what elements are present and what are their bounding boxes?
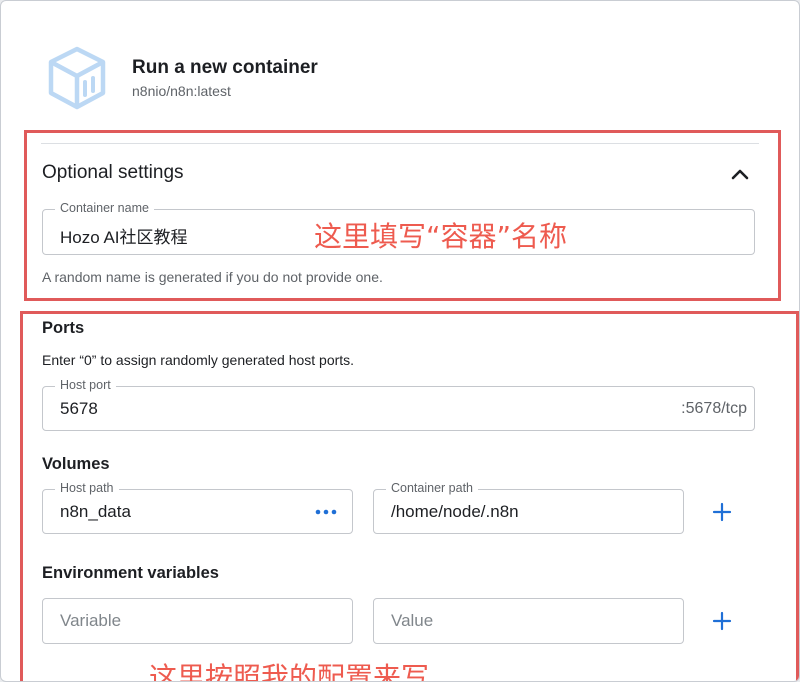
- annotation-box-config: [20, 311, 799, 681]
- dialog-title: Run a new container: [132, 57, 318, 78]
- run-container-dialog: Run a new container n8nio/n8n:latest Opt…: [0, 0, 800, 682]
- image-name: n8nio/n8n:latest: [132, 83, 231, 99]
- annotation-name-note: 这里填写“容器”名称: [314, 220, 568, 253]
- annotation-bottom-note: 这里按照我的配置来写: [149, 661, 430, 682]
- cube-icon: [45, 45, 109, 111]
- dialog-header: Run a new container n8nio/n8n:latest: [45, 45, 645, 111]
